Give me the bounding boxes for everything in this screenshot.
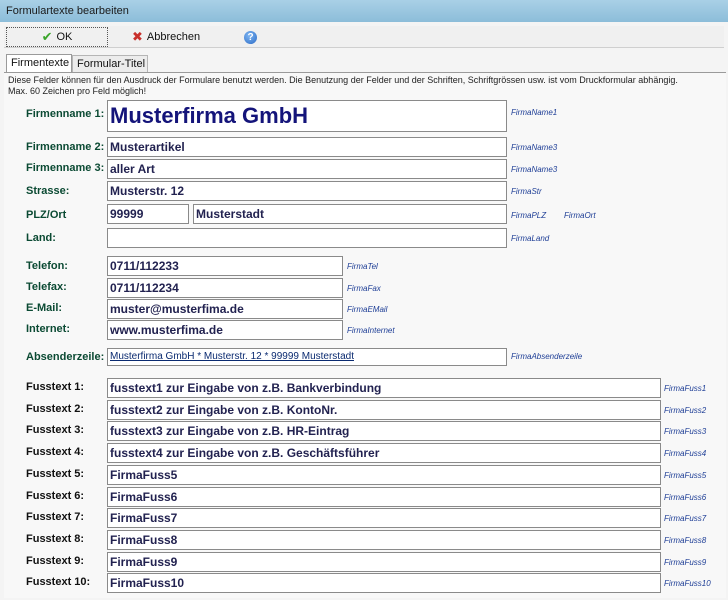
help-icon: ? bbox=[244, 30, 257, 44]
label-email: E-Mail: bbox=[26, 302, 63, 314]
window-title: Formulartexte bearbeiten bbox=[0, 0, 728, 22]
input-firmenname2[interactable]: Musterartikel bbox=[107, 137, 507, 157]
label-absender: Absenderzeile: bbox=[26, 351, 105, 363]
input-absender[interactable]: Musterfirma GmbH * Musterstr. 12 * 99999… bbox=[107, 348, 507, 366]
input-telefon[interactable]: 0711/112233 bbox=[107, 256, 343, 276]
label-fusstext-2: Fusstext 2: bbox=[26, 402, 85, 415]
tag-fusstext-9: FirmaFuss9 bbox=[664, 557, 707, 567]
label-firmenname1: Firmenname 1: bbox=[26, 108, 105, 120]
label-fusstext-1: Fusstext 1: bbox=[26, 381, 85, 393]
cancel-label: Abbrechen bbox=[146, 31, 201, 43]
tab-formular-titel[interactable]: Formular-Titel bbox=[72, 55, 148, 72]
input-plz[interactable]: 99999 bbox=[107, 204, 189, 224]
label-fusstext-8: Fusstext 8: bbox=[26, 532, 85, 545]
input-strasse[interactable]: Musterstr. 12 bbox=[107, 181, 507, 201]
label-fusstext-7: Fusstext 7: bbox=[26, 511, 85, 524]
tag-fusstext-1: FirmaFuss1 bbox=[664, 384, 707, 393]
tag-fusstext-7: FirmaFuss7 bbox=[664, 514, 707, 524]
input-fusstext-1[interactable]: fusstext1 zur Eingabe von z.B. Bankverbi… bbox=[107, 378, 661, 398]
label-internet: Internet: bbox=[26, 323, 70, 335]
tag-fusstext-10: FirmaFuss10 bbox=[664, 579, 711, 589]
label-fusstext-9: Fusstext 9: bbox=[26, 554, 85, 567]
label-land: Land: bbox=[26, 232, 56, 244]
input-fusstext-9[interactable]: FirmaFuss9 bbox=[107, 551, 661, 572]
tag-ort: FirmaOrt bbox=[564, 211, 596, 220]
tag-fusstext-8: FirmaFuss8 bbox=[664, 535, 707, 545]
tag-telefon: FirmaTel bbox=[347, 262, 378, 271]
tab-firmentexte[interactable]: Firmentexte bbox=[6, 54, 72, 73]
input-internet[interactable]: www.musterfima.de bbox=[107, 320, 343, 340]
tag-land: FirmaLand bbox=[511, 234, 550, 243]
tag-email: FirmaEMail bbox=[347, 305, 388, 314]
input-fusstext-10[interactable]: FirmaFuss10 bbox=[107, 573, 661, 594]
help-button[interactable]: ? bbox=[240, 27, 261, 47]
ok-button[interactable]: ✔ OK bbox=[6, 27, 108, 47]
label-firmenname2: Firmenname 2: bbox=[26, 141, 105, 153]
tab-panel: Diese Felder können für den Ausdruck der… bbox=[4, 72, 726, 598]
tag-fusstext-3: FirmaFuss3 bbox=[664, 427, 707, 437]
input-fusstext-5[interactable]: FirmaFuss5 bbox=[107, 464, 661, 485]
tag-plz: FirmaPLZ bbox=[511, 211, 547, 220]
tag-fusstext-2: FirmaFuss2 bbox=[664, 405, 707, 415]
input-email[interactable]: muster@musterfima.de bbox=[107, 299, 343, 319]
label-telefon: Telefon: bbox=[26, 260, 68, 272]
tag-fusstext-5: FirmaFuss5 bbox=[664, 470, 707, 480]
label-strasse: Strasse: bbox=[26, 185, 70, 197]
toolbar: ✔ OK ✖ Abbrechen ? bbox=[4, 26, 724, 48]
input-fusstext-2[interactable]: fusstext2 zur Eingabe von z.B. KontoNr. bbox=[107, 399, 661, 420]
tag-absender: FirmaAbsenderzeile bbox=[511, 352, 583, 361]
input-ort[interactable]: Musterstadt bbox=[193, 204, 507, 224]
tag-internet: FirmaInternet bbox=[347, 326, 395, 335]
input-telefax[interactable]: 0711/112234 bbox=[107, 278, 343, 298]
label-fusstext-4: Fusstext 4: bbox=[26, 446, 85, 459]
info-line-2: Max. 60 Zeichen pro Feld möglich! bbox=[8, 86, 147, 96]
tag-firmenname3: FirmaName3 bbox=[511, 165, 558, 174]
label-fusstext-3: Fusstext 3: bbox=[26, 424, 85, 437]
label-fusstext-6: Fusstext 6: bbox=[26, 489, 85, 502]
check-icon: ✔ bbox=[41, 29, 53, 44]
dialog-window: ✔ OK ✖ Abbrechen ? Firmentexte Formular-… bbox=[0, 22, 728, 600]
tag-fusstext-4: FirmaFuss4 bbox=[664, 449, 707, 459]
tag-firmenname1: FirmaName1 bbox=[511, 108, 558, 117]
input-fusstext-7[interactable]: FirmaFuss7 bbox=[107, 508, 661, 529]
tag-fusstext-6: FirmaFuss6 bbox=[664, 492, 707, 502]
tag-telefax: FirmaFax bbox=[347, 284, 381, 293]
cancel-button[interactable]: ✖ Abbrechen bbox=[128, 27, 204, 47]
input-firmenname3[interactable]: aller Art bbox=[107, 159, 507, 179]
tag-firmenname2: FirmaName3 bbox=[511, 143, 558, 152]
label-plzort: PLZ/Ort bbox=[26, 209, 67, 221]
label-telefax: Telefax: bbox=[26, 281, 67, 293]
label-firmenname3: Firmenname 3: bbox=[26, 162, 105, 174]
label-fusstext-10: Fusstext 10: bbox=[26, 576, 91, 589]
label-fusstext-5: Fusstext 5: bbox=[26, 467, 85, 480]
x-icon: ✖ bbox=[132, 29, 143, 44]
input-fusstext-8[interactable]: FirmaFuss8 bbox=[107, 529, 661, 550]
input-fusstext-4[interactable]: fusstext4 zur Eingabe von z.B. Geschäfts… bbox=[107, 443, 661, 464]
input-fusstext-3[interactable]: fusstext3 zur Eingabe von z.B. HR-Eintra… bbox=[107, 421, 661, 442]
ok-label: OK bbox=[56, 31, 73, 43]
input-firmenname1[interactable]: Musterfirma GmbH bbox=[107, 100, 507, 132]
info-text: Diese Felder können für den Ausdruck der… bbox=[8, 75, 678, 97]
input-land[interactable] bbox=[107, 228, 507, 248]
tag-strasse: FirmaStr bbox=[511, 187, 542, 196]
input-fusstext-6[interactable]: FirmaFuss6 bbox=[107, 486, 661, 507]
info-line-1: Diese Felder können für den Ausdruck der… bbox=[8, 75, 678, 85]
